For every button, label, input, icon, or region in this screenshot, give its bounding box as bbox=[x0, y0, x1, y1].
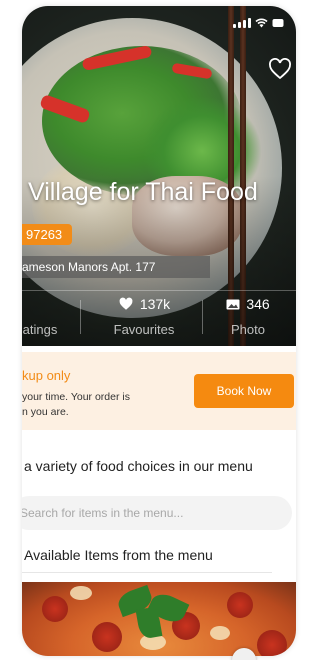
stat-label: Favourites bbox=[113, 322, 175, 337]
pickup-banner: kup only your time. Your order is n you … bbox=[22, 352, 296, 430]
stat-favourites[interactable]: 137k Favourites bbox=[94, 294, 194, 337]
divider bbox=[202, 300, 203, 334]
available-items-heading: Available Items from the menu bbox=[24, 547, 213, 563]
pizza-image[interactable] bbox=[22, 582, 296, 656]
stat-value: 137k bbox=[139, 296, 171, 312]
pickup-description: your time. Your order is n you are. bbox=[22, 391, 130, 418]
address-label: ameson Manors Apt. 177 bbox=[22, 256, 210, 278]
status-bar bbox=[233, 18, 286, 28]
battery-icon bbox=[272, 19, 284, 27]
heart-icon bbox=[119, 297, 133, 310]
stat-value: 346 bbox=[246, 296, 270, 312]
divider bbox=[80, 300, 81, 334]
stat-ratings[interactable]: atings bbox=[22, 294, 70, 337]
wifi-icon bbox=[255, 18, 268, 28]
rating-badge: 97263 bbox=[22, 224, 73, 245]
phone-screen: Village for Thai Food 97263 ameson Manor… bbox=[22, 6, 296, 656]
stat-label: Photo bbox=[231, 322, 265, 337]
divider bbox=[22, 572, 272, 573]
restaurant-title: Village for Thai Food bbox=[28, 178, 258, 206]
hero-image: Village for Thai Food 97263 ameson Manor… bbox=[22, 6, 296, 346]
favorite-heart-icon[interactable] bbox=[268, 58, 292, 80]
stat-label: atings bbox=[22, 322, 58, 337]
pickup-title: kup only bbox=[22, 368, 71, 383]
signal-icon bbox=[233, 18, 251, 28]
stat-photos[interactable]: 346 Photo bbox=[208, 294, 288, 337]
book-now-button[interactable]: Book Now bbox=[194, 374, 294, 408]
menu-search-input[interactable] bbox=[22, 496, 292, 530]
photo-icon bbox=[226, 299, 240, 309]
menu-heading: a variety of food choices in our menu bbox=[24, 458, 253, 474]
